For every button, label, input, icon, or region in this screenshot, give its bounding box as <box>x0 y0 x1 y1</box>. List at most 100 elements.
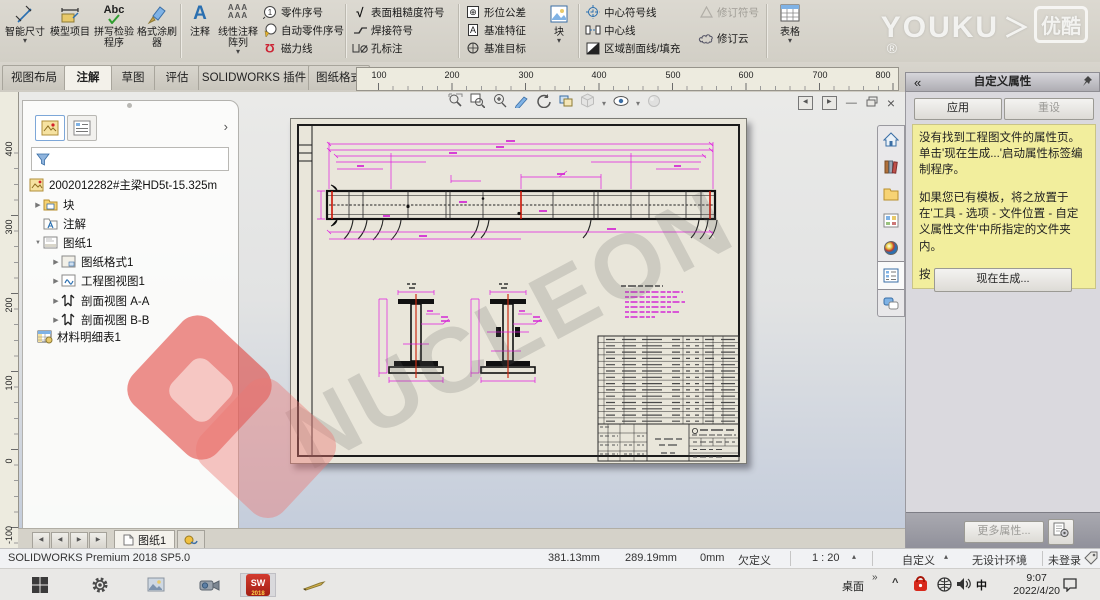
chevron-down-icon[interactable]: ▾ <box>636 99 640 108</box>
expand-arrow-icon[interactable]: ▶ <box>51 297 61 305</box>
zoom-area-icon[interactable] <box>470 93 485 113</box>
annotation-tool-button[interactable] <box>296 573 332 597</box>
view-annotations-icon[interactable] <box>514 93 529 113</box>
hole-callout-button[interactable]: 孔标注 <box>352 39 445 57</box>
datum-feature-button[interactable]: A 基准特征 <box>465 21 526 39</box>
collapse-pane-button[interactable]: « <box>914 74 921 92</box>
hide-show-items-icon[interactable] <box>613 94 629 112</box>
hidden-icons-chevron[interactable]: ^ <box>892 577 898 589</box>
scale-caret-icon[interactable]: ▴ <box>852 552 856 561</box>
sheet1-tab[interactable]: 图纸1 <box>114 530 175 548</box>
tree-filter-input[interactable] <box>54 151 228 167</box>
rotate-view-icon[interactable] <box>536 93 551 113</box>
datum-target-button[interactable]: 基准目标 <box>465 39 526 57</box>
login-status[interactable]: 未登录 <box>1048 552 1081 568</box>
tree-item-section-view-aa[interactable]: ▶ 剖面视图 A-A <box>51 291 149 310</box>
tree-item-sheet1[interactable]: ▼ 图纸1 <box>33 233 92 252</box>
pan-icon[interactable] <box>558 93 573 113</box>
tree-item-drawing-view1[interactable]: ▶ 工程图视图1 <box>51 271 145 290</box>
start-button[interactable] <box>22 573 58 597</box>
next-sheet-button[interactable]: ▶ <box>70 532 88 548</box>
auto-balloon-button[interactable]: 自动零件序号 <box>262 21 344 39</box>
chevron-down-icon[interactable]: ▾ <box>544 38 574 44</box>
tree-item-sheet-format1[interactable]: ▶ 图纸格式1 <box>51 252 133 271</box>
featuremanager-tab[interactable] <box>35 115 65 141</box>
expand-tree-button[interactable]: › <box>224 119 228 134</box>
desktop-toolbar-label[interactable]: 桌面 <box>842 578 864 594</box>
taskbar-clock[interactable]: 9:07 2022/4/20 <box>1013 572 1060 598</box>
photos-app-button[interactable] <box>138 573 174 597</box>
tray-volume-icon[interactable] <box>956 577 972 594</box>
file-explorer-tab[interactable] <box>878 180 904 207</box>
tables-button[interactable]: 表格 ▾ <box>772 2 808 60</box>
tree-item-blocks[interactable]: ▶ 块 <box>33 195 75 214</box>
property-editor-button[interactable] <box>1048 519 1074 545</box>
previous-sheet-button[interactable]: ◀ <box>51 532 69 548</box>
toolbar-overflow-icon[interactable]: » <box>872 572 878 583</box>
restore-button[interactable] <box>866 94 878 112</box>
minimize-button[interactable]: — <box>846 98 857 108</box>
collapse-arrow-icon[interactable]: ▼ <box>33 240 43 246</box>
add-sheet-tab[interactable] <box>177 530 205 548</box>
revision-cloud-button[interactable]: 修订云 <box>698 29 759 47</box>
chevron-down-icon[interactable]: ▾ <box>602 99 606 108</box>
tree-root-item[interactable]: 2002012282#主梁HD5t-15.325m <box>29 175 217 194</box>
tab-view-layout[interactable]: 视图布局 <box>2 65 66 90</box>
tab-sketch[interactable]: 草图 <box>110 65 156 90</box>
tag-icon[interactable] <box>1084 551 1098 568</box>
settings-app-button[interactable] <box>82 573 118 597</box>
balloon-button[interactable]: 1 零件序号 <box>262 3 344 21</box>
ime-indicator[interactable]: 中 <box>976 577 987 593</box>
note-button[interactable]: A 注释 <box>183 2 217 60</box>
tray-security-icon[interactable] <box>912 576 929 596</box>
zoom-in-out-icon[interactable] <box>492 93 507 113</box>
home-tab[interactable] <box>878 126 904 153</box>
tray-network-icon[interactable] <box>936 576 953 596</box>
tab-solidworks-addins[interactable]: SOLIDWORKS 插件 <box>198 65 310 90</box>
last-sheet-button[interactable]: ▶ <box>89 532 107 548</box>
more-properties-button[interactable]: 更多属性... <box>964 521 1044 543</box>
first-sheet-button[interactable]: ◀ <box>32 532 50 548</box>
magnetic-line-button[interactable]: Ω 磁力线 <box>262 39 344 57</box>
next-window-button[interactable]: ▶ <box>822 96 837 110</box>
appearances-tab[interactable] <box>878 234 904 261</box>
center-mark-button[interactable]: 中心符号线 <box>585 3 680 21</box>
linear-note-pattern-button[interactable]: AAA AAA 线性注释阵列 ▾ <box>217 2 259 60</box>
action-center-icon[interactable] <box>1062 577 1078 595</box>
forum-tab[interactable] <box>878 290 904 317</box>
expand-arrow-icon[interactable]: ▶ <box>33 201 43 209</box>
design-library-tab[interactable] <box>878 153 904 180</box>
tree-item-annotations[interactable]: 注解 <box>43 214 86 233</box>
format-painter-button[interactable]: 格式涂刷器 <box>136 2 178 60</box>
surface-finish-button[interactable]: √ 表面粗糙度符号 <box>352 3 445 21</box>
area-hatch-button[interactable]: 区域剖面线/填充 <box>585 39 680 57</box>
weld-symbol-button[interactable]: 焊接符号 <box>352 21 445 39</box>
model-items-button[interactable]: 模型项目 <box>48 2 92 60</box>
expand-arrow-icon[interactable]: ▶ <box>51 258 61 266</box>
pin-icon[interactable] <box>1081 75 1093 93</box>
chevron-down-icon[interactable]: ▾ <box>772 38 808 44</box>
tab-annotation[interactable]: 注解 <box>64 65 112 90</box>
view-palette-tab[interactable] <box>878 207 904 234</box>
chevron-down-icon[interactable]: ▾ <box>2 38 48 44</box>
reset-button[interactable]: 重设 <box>1004 98 1094 120</box>
generate-now-button[interactable]: 现在生成... <box>934 268 1072 292</box>
sheet-scale[interactable]: 1 : 20 <box>812 552 840 564</box>
tab-evaluate[interactable]: 评估 <box>154 65 200 90</box>
geometric-tolerance-button[interactable]: ⊕ 形位公差 <box>465 3 526 21</box>
units-selector[interactable]: 自定义 <box>902 552 935 568</box>
centerline-button[interactable]: 中心线 <box>585 21 680 39</box>
solidworks-taskbar-button[interactable]: SW 2018 <box>240 573 276 597</box>
spell-checker-button[interactable]: Abc 拼写检验程序 <box>92 2 136 60</box>
propertymanager-tab[interactable] <box>67 115 97 141</box>
drawing-sheet[interactable] <box>290 118 747 464</box>
expand-arrow-icon[interactable]: ▶ <box>51 277 61 285</box>
apply-button[interactable]: 应用 <box>914 98 1002 120</box>
graphics-area[interactable]: ▾ ▾ ◀ ▶ — × 400 300 200 100 0 -100 <box>0 92 905 548</box>
zoom-fit-icon[interactable] <box>448 93 463 113</box>
expand-arrow-icon[interactable]: ▶ <box>51 316 61 324</box>
chevron-down-icon[interactable]: ▾ <box>217 49 259 55</box>
blocks-button[interactable]: 块 ▾ <box>544 2 574 60</box>
units-caret-icon[interactable]: ▴ <box>944 552 948 561</box>
panel-resize-handle[interactable] <box>127 103 132 108</box>
